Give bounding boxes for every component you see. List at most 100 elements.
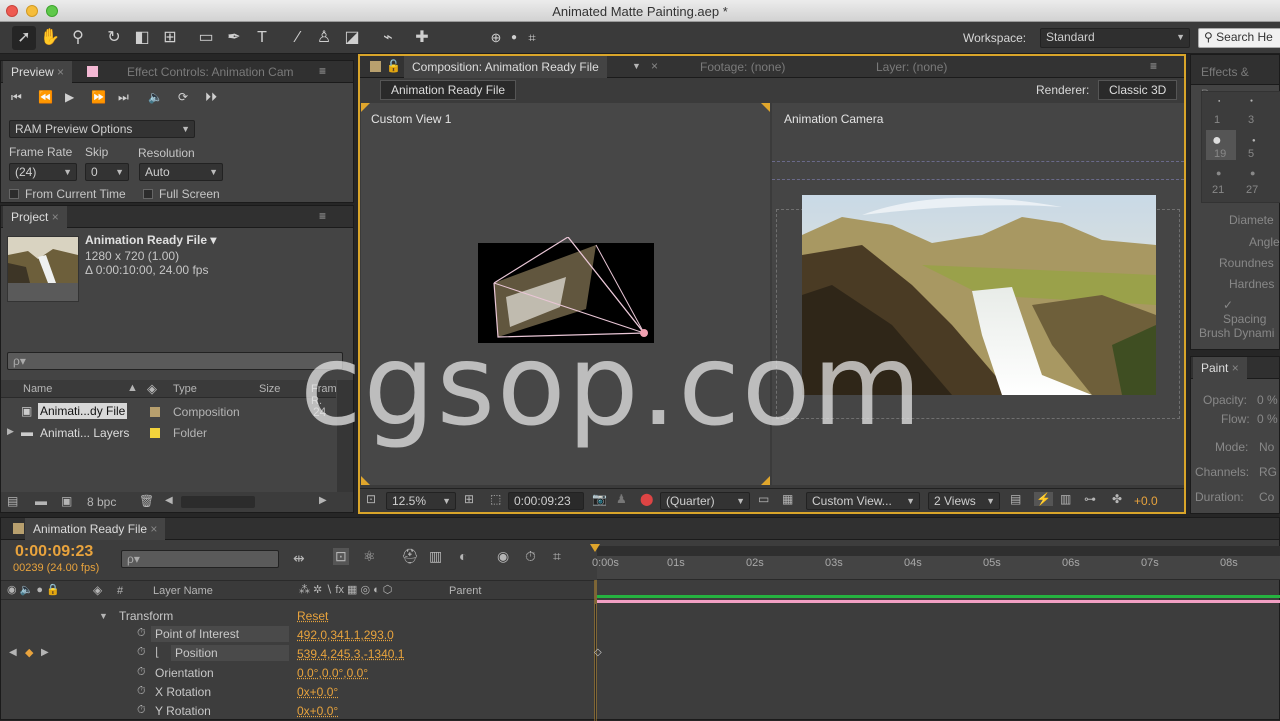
tab-paint[interactable]: Paint × [1193,357,1247,379]
skip-dropdown[interactable]: 0 ▼ [85,163,129,181]
project-item-folder[interactable]: ▶ ▬ Animati... Layers Folder [1,423,336,443]
chevron-down-icon[interactable]: ▼ [632,61,641,71]
tab-layer[interactable]: Layer: (none) [868,56,955,78]
shy-layers-icon[interactable]: ⛑ [401,548,419,565]
hand-tool-icon[interactable]: ✋ [38,26,62,50]
tab-preview[interactable]: Preview × [3,61,73,83]
flowchart-icon[interactable]: ⊶ [1084,492,1096,506]
prop-x-rotation[interactable]: X Rotation [155,685,211,699]
tab-footage[interactable]: Footage: (none) [692,56,793,78]
frame-blending-icon[interactable]: ▥ [429,548,442,565]
prop-point-of-interest-value[interactable]: 492.0,341.1,293.0 [297,628,394,642]
lock-icon[interactable]: 🔓 [386,59,401,73]
project-search-input[interactable]: ρ▾ [7,352,343,370]
tab-effect-controls[interactable]: Effect Controls: Animation Cam [119,61,302,83]
column-type[interactable]: Type [173,383,197,395]
composition-breadcrumb[interactable]: Animation Ready File [380,80,517,100]
search-help-input[interactable]: ⚲ Search He [1198,28,1280,48]
workspace-dropdown[interactable]: Standard ▼ [1040,28,1190,48]
panel-menu-icon[interactable]: ≡ [319,64,326,78]
show-snapshot-icon[interactable]: ♟ [616,492,627,506]
timeline-icon[interactable]: ▥ [1060,492,1071,506]
timeline-keyframe-icon[interactable]: ◇ [594,647,602,658]
label-tag-icon[interactable]: ◈ [147,381,157,397]
layer-duration-bar[interactable] [597,600,1280,603]
disclosure-triangle-icon[interactable]: ▼ [99,611,108,621]
column-parent[interactable]: Parent [449,585,481,597]
auto-keyframe-icon[interactable]: ⏱ [525,548,536,565]
tab-timeline[interactable]: Animation Ready File × [25,518,166,540]
resolution-dropdown[interactable]: (Quarter) ▼ [660,492,750,510]
ram-preview-options-dropdown[interactable]: RAM Preview Options ▼ [9,120,195,138]
3d-view-dropdown[interactable]: Custom View... ▼ [806,492,920,510]
panel-menu-icon[interactable]: ≡ [1150,59,1157,73]
work-area-start-marker[interactable] [590,544,600,552]
rectangle-tool-icon[interactable]: ▭ [194,26,218,50]
snapshot-icon[interactable]: 📷 [592,492,607,506]
draft-3d-icon[interactable]: ⚛ [363,548,376,565]
column-name[interactable]: Name [23,383,52,395]
stopwatch-icon[interactable]: ⏱ [137,627,146,640]
last-frame-icon[interactable]: ⏭ [118,90,129,105]
axis-view-icon[interactable]: ⌗ [520,26,544,50]
previous-frame-icon[interactable]: ⏪ [38,90,53,104]
current-time-field[interactable]: 0:00:09:23 [508,492,584,510]
view-layout-dropdown[interactable]: 2 Views ▼ [928,492,1000,510]
stopwatch-icon[interactable]: ⏱ [137,685,146,698]
tab-composition[interactable]: Composition: Animation Ready File [404,56,607,78]
stopwatch-icon[interactable]: ⏱ [137,666,146,679]
selection-tool-icon[interactable]: ➚ [12,26,36,50]
roto-brush-tool-icon[interactable]: ⌁ [376,26,400,50]
grid-guides-icon[interactable]: ⊞ [464,492,474,506]
transparency-grid-icon[interactable]: ▦ [782,492,793,506]
brainstorm-icon[interactable]: ◉ [497,548,509,565]
brush-dynamics-label[interactable]: Brush Dynami [1199,326,1274,340]
play-icon[interactable]: ▶ [65,90,74,104]
resolution-dropdown[interactable]: Auto ▼ [139,163,223,181]
selected-comp-name[interactable]: Animation Ready File ▾ [85,233,216,247]
mask-visibility-icon[interactable]: ⬚ [490,492,501,506]
trash-icon[interactable]: 🗑 [139,494,154,508]
paint-mode-value[interactable]: No [1259,440,1274,454]
paint-duration-value[interactable]: Co [1259,490,1274,504]
scroll-right-icon[interactable]: ▶ [319,495,327,506]
prop-y-rotation[interactable]: Y Rotation [155,704,211,718]
puppet-pin-tool-icon[interactable]: ✚ [410,26,434,50]
pen-tool-icon[interactable]: ✒ [222,26,246,50]
fast-previews-icon[interactable]: ⚡ [1034,492,1053,506]
tab-effects-presets[interactable]: Effects & Pres [1193,61,1279,101]
prop-y-rotation-value[interactable]: 0x+0.0° [297,704,338,718]
project-item-composition[interactable]: ▣ Animati...dy File Composition 24 [1,402,336,422]
layer-duration-bar[interactable] [597,595,1280,598]
motion-blur-icon[interactable]: ◐ [459,548,467,564]
eraser-tool-icon[interactable]: ◪ [340,26,364,50]
exposure-value[interactable]: +0.0 [1134,494,1158,508]
composition-mini-flowchart-icon[interactable]: ⇹ [293,550,305,567]
magnification-dropdown[interactable]: 12.5% ▼ [386,492,456,510]
from-current-time-checkbox[interactable]: From Current Time [9,187,126,201]
interpret-footage-icon[interactable]: ▤ [7,494,18,508]
prop-orientation[interactable]: Orientation [155,666,214,680]
new-composition-icon[interactable]: ▣ [61,494,72,508]
first-frame-icon[interactable]: ⏮ [11,90,22,105]
stopwatch-active-icon[interactable]: ⏱ [137,646,146,659]
pan-behind-tool-icon[interactable]: ⊞ [158,26,182,50]
scroll-left-icon[interactable]: ◀ [165,495,173,506]
horizontal-scrollbar-thumb[interactable] [181,496,255,508]
stopwatch-icon[interactable]: ⏱ [137,704,146,717]
paint-opacity-value[interactable]: 0 % [1257,393,1278,407]
pixel-aspect-icon[interactable]: ▤ [1010,492,1021,506]
clone-stamp-tool-icon[interactable]: ♙ [312,26,336,50]
column-layer-name[interactable]: Layer Name [153,585,213,597]
transform-reset-button[interactable]: Reset [297,609,328,623]
renderer-button[interactable]: Classic 3D [1098,80,1178,100]
timeline-current-time[interactable]: 0:00:09:23 [15,543,93,561]
graph-editor-icon[interactable]: ⌗ [553,548,561,565]
keyframe-diamond-icon[interactable]: ◆ [25,646,33,659]
prop-orientation-value[interactable]: 0.0°,0.0°,0.0° [297,666,368,680]
time-ruler[interactable] [597,556,1280,580]
paint-flow-value[interactable]: 0 % [1257,412,1278,426]
new-folder-icon[interactable]: ▬ [35,494,47,508]
tab-project[interactable]: Project × [3,206,67,228]
label-tag-icon[interactable]: ◈ [93,583,102,597]
